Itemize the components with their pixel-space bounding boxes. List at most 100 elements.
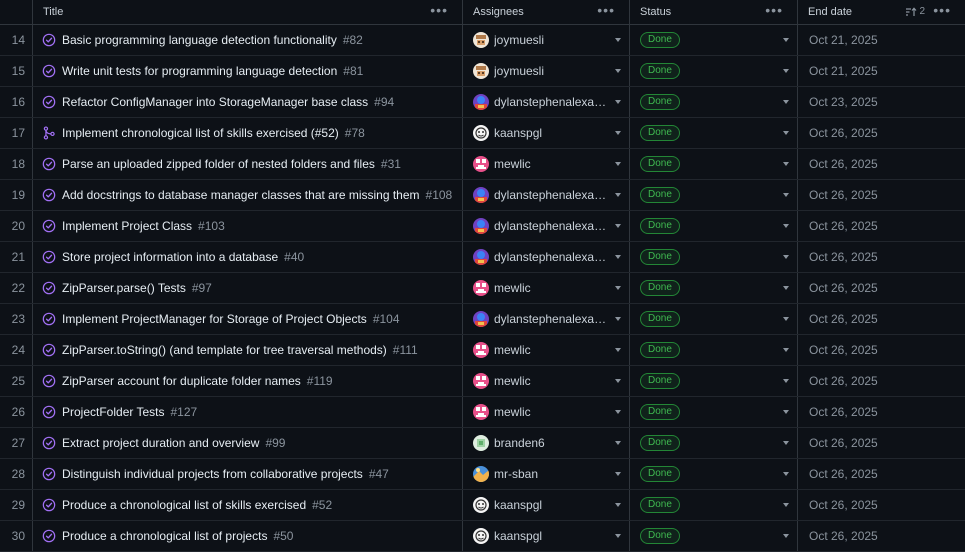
column-menu-icon[interactable]: •••	[430, 3, 448, 17]
column-header-status[interactable]: Status •••	[630, 0, 798, 24]
end-date-cell[interactable]: Oct 21, 2025	[798, 25, 965, 55]
table-row[interactable]: 28 Distinguish individual projects from c…	[0, 459, 965, 490]
item-title[interactable]: Implement ProjectManager for Storage of …	[62, 312, 367, 326]
title-cell[interactable]: ZipParser.parse() Tests #97	[33, 273, 463, 303]
assignee-cell[interactable]: mewlic	[463, 273, 630, 303]
end-date-cell[interactable]: Oct 26, 2025	[798, 273, 965, 303]
title-cell[interactable]: Parse an uploaded zipped folder of neste…	[33, 149, 463, 179]
end-date-cell[interactable]: Oct 26, 2025	[798, 397, 965, 427]
assignee-cell[interactable]: dylanstephenalexan…	[463, 87, 630, 117]
assignee-cell[interactable]: branden6	[463, 428, 630, 458]
title-cell[interactable]: Implement Project Class #103	[33, 211, 463, 241]
chevron-down-icon[interactable]	[615, 379, 621, 383]
table-row[interactable]: 22 ZipParser.parse() Tests #97 mewlic Done Oc…	[0, 273, 965, 304]
table-row[interactable]: 24 ZipParser.toString() (and template for…	[0, 335, 965, 366]
chevron-down-icon[interactable]	[783, 162, 789, 166]
column-header-end-date[interactable]: End date 2 •••	[798, 0, 965, 24]
assignee-cell[interactable]: dylanstephenalexan…	[463, 211, 630, 241]
chevron-down-icon[interactable]	[615, 193, 621, 197]
chevron-down-icon[interactable]	[783, 224, 789, 228]
chevron-down-icon[interactable]	[615, 410, 621, 414]
end-date-cell[interactable]: Oct 26, 2025	[798, 149, 965, 179]
end-date-cell[interactable]: Oct 23, 2025	[798, 87, 965, 117]
status-cell[interactable]: Done	[630, 273, 798, 303]
item-title[interactable]: Store project information into a databas…	[62, 250, 278, 264]
chevron-down-icon[interactable]	[783, 379, 789, 383]
item-title[interactable]: Implement Project Class	[62, 219, 192, 233]
chevron-down-icon[interactable]	[783, 348, 789, 352]
status-cell[interactable]: Done	[630, 25, 798, 55]
assignee-cell[interactable]: kaanspgl	[463, 118, 630, 148]
table-row[interactable]: 19 Add docstrings to database manager cla…	[0, 180, 965, 211]
item-title[interactable]: Add docstrings to database manager class…	[62, 188, 420, 202]
item-title[interactable]: Produce a chronological list of skills e…	[62, 498, 306, 512]
status-cell[interactable]: Done	[630, 87, 798, 117]
chevron-down-icon[interactable]	[783, 131, 789, 135]
end-date-cell[interactable]: Oct 26, 2025	[798, 366, 965, 396]
end-date-cell[interactable]: Oct 26, 2025	[798, 180, 965, 210]
chevron-down-icon[interactable]	[615, 255, 621, 259]
chevron-down-icon[interactable]	[783, 317, 789, 321]
item-title[interactable]: Refactor ConfigManager into StorageManag…	[62, 95, 368, 109]
chevron-down-icon[interactable]	[615, 286, 621, 290]
title-cell[interactable]: ProjectFolder Tests #127	[33, 397, 463, 427]
status-cell[interactable]: Done	[630, 366, 798, 396]
item-title[interactable]: Write unit tests for programming languag…	[62, 64, 337, 78]
table-row[interactable]: 17 Implement chronological list of skills…	[0, 118, 965, 149]
item-title[interactable]: Parse an uploaded zipped folder of neste…	[62, 157, 375, 171]
end-date-cell[interactable]: Oct 21, 2025	[798, 56, 965, 86]
assignee-cell[interactable]: kaanspgl	[463, 490, 630, 520]
chevron-down-icon[interactable]	[783, 410, 789, 414]
status-cell[interactable]: Done	[630, 149, 798, 179]
table-row[interactable]: 16 Refactor ConfigManager into StorageMan…	[0, 87, 965, 118]
table-row[interactable]: 15 Write unit tests for programming langu…	[0, 56, 965, 87]
column-menu-icon[interactable]: •••	[597, 3, 615, 17]
chevron-down-icon[interactable]	[783, 472, 789, 476]
table-row[interactable]: 25 ZipParser account for duplicate folder…	[0, 366, 965, 397]
table-row[interactable]: 26 ProjectFolder Tests #127 mewlic Done Oct 2…	[0, 397, 965, 428]
status-cell[interactable]: Done	[630, 118, 798, 148]
table-row[interactable]: 23 Implement ProjectManager for Storage o…	[0, 304, 965, 335]
assignee-cell[interactable]: mewlic	[463, 397, 630, 427]
table-row[interactable]: 20 Implement Project Class #103 dylanstephe…	[0, 211, 965, 242]
table-row[interactable]: 30 Produce a chronological list of projec…	[0, 521, 965, 552]
table-row[interactable]: 21 Store project information into a datab…	[0, 242, 965, 273]
table-row[interactable]: 27 Extract project duration and overview #…	[0, 428, 965, 459]
end-date-cell[interactable]: Oct 26, 2025	[798, 490, 965, 520]
title-cell[interactable]: Extract project duration and overview #99	[33, 428, 463, 458]
status-cell[interactable]: Done	[630, 242, 798, 272]
title-cell[interactable]: Produce a chronological list of skills e…	[33, 490, 463, 520]
chevron-down-icon[interactable]	[615, 69, 621, 73]
chevron-down-icon[interactable]	[783, 255, 789, 259]
assignee-cell[interactable]: joymuesli	[463, 56, 630, 86]
chevron-down-icon[interactable]	[783, 441, 789, 445]
title-cell[interactable]: ZipParser account for duplicate folder n…	[33, 366, 463, 396]
chevron-down-icon[interactable]	[615, 100, 621, 104]
title-cell[interactable]: Refactor ConfigManager into StorageManag…	[33, 87, 463, 117]
chevron-down-icon[interactable]	[783, 534, 789, 538]
chevron-down-icon[interactable]	[615, 348, 621, 352]
chevron-down-icon[interactable]	[783, 69, 789, 73]
end-date-cell[interactable]: Oct 26, 2025	[798, 459, 965, 489]
assignee-cell[interactable]: mr-sban	[463, 459, 630, 489]
title-cell[interactable]: Distinguish individual projects from col…	[33, 459, 463, 489]
item-title[interactable]: Basic programming language detection fun…	[62, 33, 337, 47]
assignee-cell[interactable]: mewlic	[463, 149, 630, 179]
item-title[interactable]: ZipParser.parse() Tests	[62, 281, 186, 295]
status-cell[interactable]: Done	[630, 180, 798, 210]
status-cell[interactable]: Done	[630, 428, 798, 458]
status-cell[interactable]: Done	[630, 459, 798, 489]
chevron-down-icon[interactable]	[783, 286, 789, 290]
title-cell[interactable]: Add docstrings to database manager class…	[33, 180, 463, 210]
item-title[interactable]: Distinguish individual projects from col…	[62, 467, 363, 481]
status-cell[interactable]: Done	[630, 211, 798, 241]
chevron-down-icon[interactable]	[615, 503, 621, 507]
item-title[interactable]: ProjectFolder Tests	[62, 405, 165, 419]
chevron-down-icon[interactable]	[615, 38, 621, 42]
end-date-cell[interactable]: Oct 26, 2025	[798, 428, 965, 458]
column-menu-icon[interactable]: •••	[765, 3, 783, 17]
chevron-down-icon[interactable]	[615, 131, 621, 135]
chevron-down-icon[interactable]	[615, 441, 621, 445]
table-row[interactable]: 18 Parse an uploaded zipped folder of nes…	[0, 149, 965, 180]
assignee-cell[interactable]: dylanstephenalexan…	[463, 242, 630, 272]
